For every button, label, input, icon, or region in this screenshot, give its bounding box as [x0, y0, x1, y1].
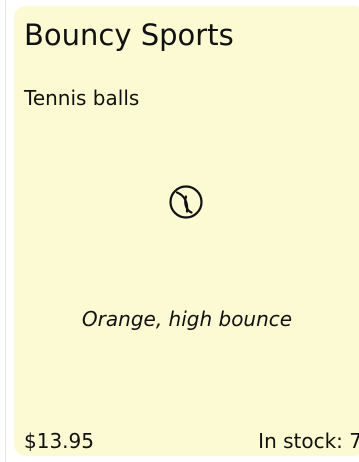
left-edge — [0, 0, 6, 462]
product-card[interactable]: Bouncy Sports Tennis balls Orange, high … — [14, 6, 359, 456]
product-description: Orange, high bounce — [81, 307, 293, 331]
brand-name: Bouncy Sports — [24, 18, 234, 52]
tennis-ball-icon — [169, 185, 203, 219]
stock-status: In stock: 7 — [258, 429, 359, 453]
product-page: Bouncy Sports Tennis balls Orange, high … — [0, 0, 359, 462]
product-name: Tennis balls — [24, 86, 140, 110]
price: $13.95 — [24, 429, 94, 453]
